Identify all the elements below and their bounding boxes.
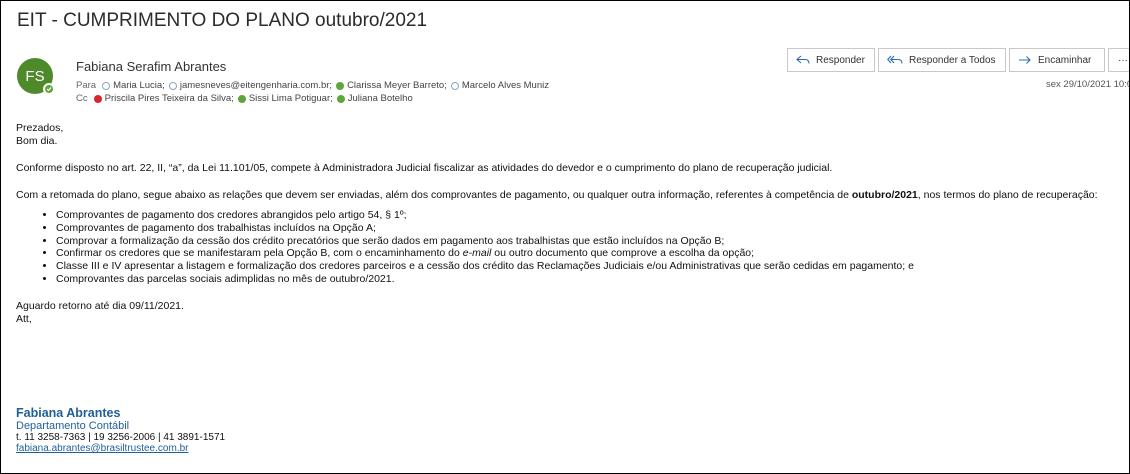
- recipient-name: Maria Lucia;: [113, 80, 165, 91]
- to-recipients: Para Maria Lucia; jamesneves@eitengenhar…: [76, 80, 553, 91]
- reply-all-button[interactable]: Responder a Todos: [878, 48, 1006, 72]
- email-body: Prezados, Bom dia. Conforme disposto no …: [16, 122, 1121, 326]
- paragraph: Conforme disposto no art. 22, II, “a”, d…: [16, 162, 833, 174]
- avatar-initials: FS: [25, 67, 45, 85]
- recipient[interactable]: Priscila Pires Teixeira da Silva;: [93, 93, 234, 104]
- more-actions-icon: ···: [1118, 54, 1128, 66]
- recipient[interactable]: Maria Lucia;: [102, 80, 165, 91]
- cc-label: Cc: [76, 93, 88, 104]
- presence-unknown-icon: [168, 81, 177, 90]
- paragraph: Com a retomada do plano, segue abaixo as…: [16, 189, 1098, 201]
- presence-unknown-icon: [450, 81, 459, 90]
- signature-department: Departamento Contábil: [16, 420, 130, 432]
- reply-all-icon: [887, 55, 903, 65]
- recipient[interactable]: Marcelo Alves Muniz: [450, 80, 549, 91]
- presence-busy-icon: [93, 94, 102, 103]
- forward-label: Encaminhar: [1038, 54, 1092, 66]
- recipient[interactable]: Clarissa Meyer Barreto;: [336, 80, 447, 91]
- forward-icon: [1018, 55, 1032, 65]
- forward-button[interactable]: Encaminhar: [1009, 48, 1105, 72]
- signature: Fabiana Abrantes Departamento Contábil t…: [16, 406, 225, 454]
- more-actions-button[interactable]: ···: [1108, 48, 1129, 72]
- recipient-name: Sissi Lima Potiguar;: [248, 93, 333, 104]
- list-item: Confirmar os credores que se manifestara…: [56, 247, 1121, 260]
- presence-available-icon: [237, 94, 246, 103]
- signature-email-link[interactable]: fabiana.abrantes@brasiltrustee.com.br: [16, 443, 225, 454]
- recipient-name: Priscila Pires Teixeira da Silva;: [104, 93, 234, 104]
- sender-name[interactable]: Fabiana Serafim Abrantes: [76, 59, 226, 74]
- signature-phones: t. 11 3258-7363 | 19 3256-2006 | 41 3891…: [16, 432, 226, 443]
- email-subject: EIT - CUMPRIMENTO DO PLANO outubro/2021: [17, 10, 428, 31]
- sent-date: sex 29/10/2021 10:0: [1046, 79, 1130, 90]
- cc-recipients: Cc Priscila Pires Teixeira da Silva; Sis…: [76, 93, 417, 104]
- greeting: Bom dia.: [16, 135, 58, 147]
- presence-unknown-icon: [102, 81, 111, 90]
- recipient-name: Marcelo Alves Muniz: [461, 80, 549, 91]
- email-reading-pane: EIT - CUMPRIMENTO DO PLANO outubro/2021 …: [0, 0, 1130, 474]
- greeting: Prezados,: [16, 122, 64, 134]
- reply-button[interactable]: Responder: [787, 48, 875, 72]
- list-item: Comprovantes das parcelas sociais adimpl…: [56, 273, 1121, 286]
- reply-label: Responder: [816, 54, 865, 66]
- presence-available-icon: [336, 81, 345, 90]
- recipient-name: jamesneves@eitengenharia.com.br;: [179, 80, 333, 91]
- recipient-name: Clarissa Meyer Barreto;: [347, 80, 447, 91]
- requirements-list: Comprovantes de pagamento dos credores a…: [16, 209, 1121, 286]
- recipient[interactable]: Sissi Lima Potiguar;: [237, 93, 333, 104]
- recipient-name: Juliana Botelho: [347, 93, 413, 104]
- list-item: Comprovar a formalização da cessão dos c…: [56, 235, 1121, 248]
- to-label: Para: [76, 80, 97, 91]
- list-item: Comprovantes de pagamento dos credores a…: [56, 209, 1121, 222]
- closing: Aguardo retorno até dia 09/11/2021.: [16, 299, 184, 312]
- presence-available-icon: [336, 94, 345, 103]
- list-item: Comprovantes de pagamento dos trabalhist…: [56, 222, 1121, 235]
- signature-name: Fabiana Abrantes: [16, 406, 121, 420]
- closing: Att,: [16, 312, 32, 325]
- list-item: Classe III e IV apresentar a listagem e …: [56, 260, 1121, 273]
- recipient[interactable]: jamesneves@eitengenharia.com.br;: [168, 80, 333, 91]
- presence-available-icon: [43, 83, 55, 95]
- reply-all-label: Responder a Todos: [909, 54, 996, 66]
- recipient[interactable]: Juliana Botelho: [336, 93, 413, 104]
- reply-icon: [796, 55, 810, 65]
